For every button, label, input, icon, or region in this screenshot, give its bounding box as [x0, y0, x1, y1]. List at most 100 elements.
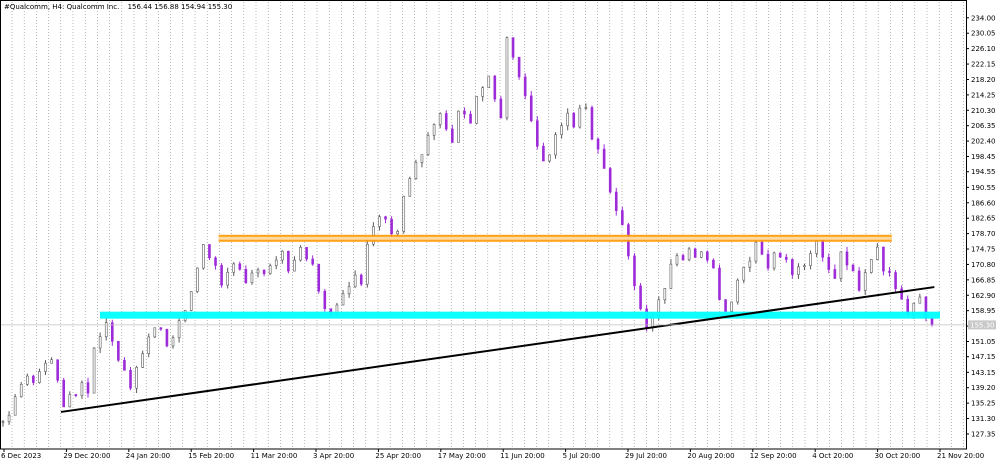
candle-body: [244, 269, 248, 283]
candle-body: [493, 75, 497, 100]
candle: [693, 247, 697, 259]
candle-body: [469, 113, 472, 124]
chart-canvas[interactable]: 234.00 230.05 226.10 222.15 218.20 214.25 210.…: [0, 0, 1000, 461]
candle: [153, 327, 157, 339]
candle-body: [851, 264, 855, 272]
time-axis[interactable]: 6 Dec 2023 29 Dec 20:00 24 Jan 20:00 15 Feb…: [1, 449, 984, 460]
candle-body: [457, 110, 460, 143]
candle-body: [232, 263, 236, 273]
candle-body: [432, 124, 436, 136]
price-tick-label: 234.00: [971, 14, 996, 22]
candle-body: [833, 269, 837, 279]
candle-body: [305, 246, 308, 260]
price-chart[interactable]: 234.00 230.05 226.10 222.15 218.20 214.25 210.…: [0, 0, 1000, 461]
candle: [554, 132, 557, 159]
candle: [736, 278, 739, 305]
candle-body: [815, 240, 818, 254]
candle-body: [784, 256, 788, 260]
candle-body: [845, 251, 849, 266]
candle: [493, 74, 497, 102]
candle-body: [742, 266, 746, 281]
candle-body: [894, 272, 897, 290]
candle-body: [839, 251, 843, 279]
candle-body: [323, 290, 327, 309]
candle-body: [293, 259, 296, 272]
candle-body: [639, 285, 642, 310]
price-tick-label: 214.25: [971, 91, 996, 99]
candle-body: [189, 291, 193, 311]
candle: [724, 299, 727, 313]
current-price-marker: 155.30: [968, 320, 996, 330]
candle-body: [262, 269, 266, 275]
candle: [590, 105, 594, 141]
candle-body: [542, 145, 545, 162]
candle-body: [596, 138, 600, 150]
candle-body: [669, 263, 673, 289]
candle: [687, 247, 691, 262]
candle: [578, 104, 582, 129]
candle-body: [633, 255, 636, 287]
time-tick-label: 12 Sep 20:00: [750, 452, 797, 460]
candle: [414, 159, 418, 180]
candle-body: [208, 244, 211, 259]
candle-body: [766, 253, 770, 269]
time-tick-label: 6 Dec 2023: [1, 452, 41, 460]
price-tick-label: 158.95: [971, 307, 996, 315]
plot-background: [0, 0, 966, 449]
candle-body: [487, 75, 491, 89]
price-axis[interactable]: 234.00 230.05 226.10 222.15 218.20 214.25 210.…: [966, 14, 996, 438]
candle: [323, 288, 327, 312]
candle: [202, 243, 205, 270]
candle: [366, 239, 369, 288]
candle: [572, 112, 576, 128]
candle-body: [396, 231, 399, 235]
candle-body: [560, 125, 563, 136]
candle: [772, 251, 776, 271]
candle: [444, 110, 448, 132]
price-tick-label: 186.60: [971, 199, 996, 207]
candle-body: [438, 113, 442, 125]
price-tick-label: 178.70: [971, 230, 996, 238]
candle: [511, 37, 515, 60]
candle: [92, 347, 96, 394]
resistance-zone-core: [218, 236, 892, 240]
candle-body: [857, 270, 861, 291]
candle: [305, 246, 308, 262]
price-tick-label: 135.25: [971, 400, 996, 408]
price-tick-label: 222.15: [971, 61, 996, 69]
candle-body: [311, 258, 314, 265]
candle-body: [117, 340, 120, 361]
candle-body: [863, 272, 867, 291]
candle-body: [98, 336, 102, 349]
candle-body: [153, 327, 157, 338]
price-tick-label: 143.15: [971, 369, 996, 377]
candle: [287, 250, 290, 274]
candle-body: [748, 260, 752, 268]
time-tick-label: 29 Jul 20:00: [625, 452, 667, 460]
candle-body: [511, 37, 515, 58]
time-tick-label: 30 Oct 20:00: [875, 452, 921, 460]
candle: [408, 176, 412, 197]
candle-body: [420, 154, 424, 163]
candle-body: [791, 259, 794, 275]
candle: [390, 216, 393, 237]
candle-body: [317, 263, 321, 292]
candle-body: [196, 267, 199, 292]
candle-body: [159, 327, 163, 330]
candle: [13, 394, 17, 416]
candle: [487, 75, 491, 89]
candle: [857, 266, 861, 292]
candle: [851, 263, 855, 272]
candle-body: [712, 259, 715, 269]
candle-body: [797, 266, 800, 275]
candle-body: [1, 421, 5, 424]
candle: [56, 359, 59, 383]
candle-body: [590, 107, 594, 140]
candle: [475, 96, 478, 125]
candle-body: [123, 359, 126, 371]
candle: [608, 166, 612, 194]
time-tick-label: 20 Aug 20:00: [687, 452, 734, 460]
candle-body: [281, 250, 284, 261]
candle-body: [226, 271, 229, 286]
candle-body: [402, 195, 406, 232]
